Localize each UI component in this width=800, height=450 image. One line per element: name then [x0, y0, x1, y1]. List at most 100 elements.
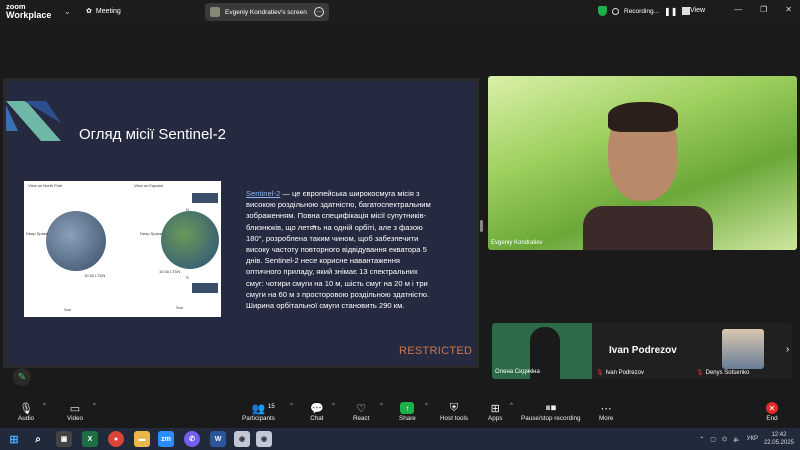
participant-1-label: Олена Сидякіна: [495, 369, 540, 375]
windows-taskbar: ⊞ ⌕ ▣ X ● ▬ zm ✆ W ◉ ◉ ⌃ ▢ ⌬ 🔈 УКР 12:42…: [0, 428, 800, 450]
host-tools-label: Host tools: [440, 415, 468, 422]
solar-panel-1: [192, 193, 218, 203]
chat-button[interactable]: 💬 Chat: [310, 401, 324, 423]
pause-stop-recording-button[interactable]: ⏸⏹ Pause/stop recording: [521, 401, 581, 423]
viber-icon[interactable]: ✆: [184, 431, 200, 447]
app-icon-2[interactable]: ◉: [256, 431, 272, 447]
caption-s: S: [186, 275, 189, 280]
react-button[interactable]: ♡ React: [353, 401, 369, 423]
participant-3-name: Denys Sotsenko: [705, 369, 750, 376]
meeting-icon: ✿: [86, 8, 92, 15]
chat-caret-icon[interactable]: ^: [332, 403, 335, 409]
annotate-pen-icon[interactable]: ✎: [13, 368, 31, 386]
microphone-icon: 🎙: [19, 402, 34, 415]
slide-body: Sentinel-2 — це європейська широкосмуга …: [246, 188, 434, 311]
restore-icon[interactable]: ❐: [760, 5, 767, 14]
speaker-body: [583, 206, 713, 250]
participant-3-label: 🎙 Denys Sotsenko: [696, 369, 750, 377]
more-options-icon[interactable]: …: [314, 7, 324, 17]
tray-app-icon[interactable]: ▢: [710, 436, 716, 443]
host-tools-button[interactable]: ⛨ Host tools: [440, 401, 468, 423]
end-button[interactable]: ✕ End: [766, 401, 778, 422]
chrome-icon[interactable]: ●: [108, 431, 124, 447]
presenter-avatar-icon: [210, 7, 220, 17]
pause-recording-icon[interactable]: ❚❚: [664, 7, 677, 16]
restricted-label: RESTRICTED: [399, 345, 473, 357]
share-label-toolbar: Share: [399, 415, 416, 422]
close-icon[interactable]: ✕: [785, 5, 792, 14]
chevron-down-icon[interactable]: ⌄: [64, 7, 71, 16]
react-caret-icon[interactable]: ^: [380, 403, 383, 409]
window-controls: — ❐ ✕: [734, 5, 792, 14]
video-caret-icon[interactable]: ^: [93, 403, 96, 409]
recording-icon: [612, 7, 619, 15]
participant-tile-1[interactable]: Олена Сидякіна: [492, 323, 592, 379]
chevron-up-icon[interactable]: ⌃: [699, 436, 704, 443]
participant-2-label: 🎙 Ivan Podrezov: [596, 369, 644, 377]
app-icon-1[interactable]: ◉: [234, 431, 250, 447]
file-explorer-icon[interactable]: ▬: [134, 431, 150, 447]
more-icon: ⋯: [600, 402, 612, 415]
minimize-icon[interactable]: —: [734, 5, 742, 14]
network-icon[interactable]: ⌬: [722, 436, 727, 443]
earth-globe-1: [46, 211, 106, 271]
audio-button[interactable]: 🎙 Audio: [18, 401, 35, 423]
word-icon[interactable]: W: [210, 431, 226, 447]
meeting-toolbar: 🎙 Audio ^ ▭ Video ^ 👥 Participants 15 ^ …: [0, 398, 800, 428]
shared-slide: Огляд місії Sentinel-2 View on North Pol…: [6, 81, 476, 365]
windows-start-icon[interactable]: ⊞: [6, 431, 22, 447]
share-screen-icon: ↑: [400, 402, 415, 414]
caption-sun-1: Sun: [64, 307, 72, 312]
chat-icon: 💬: [310, 402, 324, 415]
shield-icon: ⛨: [449, 401, 459, 414]
earth-globe-2: [161, 211, 219, 269]
screen-share-indicator[interactable]: Evgeniy Kondratiev's screen …: [205, 3, 329, 21]
clock-date: 22.05.2025: [763, 440, 794, 446]
apps-button[interactable]: ⊞ Apps: [488, 401, 502, 423]
slide-title: Огляд місії Sentinel-2: [79, 126, 226, 143]
sentinel-link[interactable]: Sentinel-2: [246, 189, 280, 198]
audio-label: Audio: [18, 415, 35, 422]
participants-icon: 👥: [251, 402, 266, 415]
speaker-video[interactable]: [488, 76, 797, 250]
clock[interactable]: 12:42 22.05.2025: [764, 431, 794, 447]
view-button[interactable]: View: [690, 7, 705, 14]
zoom-app-icon[interactable]: zm: [158, 431, 174, 447]
video-button[interactable]: ▭ Video: [67, 401, 83, 423]
caption-sun-2: Sun: [176, 305, 184, 310]
meeting-menu[interactable]: ✿ Meeting: [86, 7, 121, 16]
excel-icon[interactable]: X: [82, 431, 98, 447]
share-caret-icon[interactable]: ^: [425, 403, 428, 409]
slide-body-text: — це європейська широкосмуга місія з вис…: [246, 189, 431, 311]
caption-north-pole: View on North Pole: [28, 183, 63, 188]
participant-2-big-name: Ivan Podrezov: [609, 345, 677, 356]
volume-icon[interactable]: 🔈: [733, 436, 740, 443]
recording-status: Recording... ❚❚: [598, 6, 691, 16]
task-view-icon[interactable]: ▣: [56, 431, 72, 447]
participants-caret-icon[interactable]: ^: [290, 403, 293, 409]
zoom-app-icon-text: zm: [161, 435, 171, 443]
more-button[interactable]: ⋯ More: [599, 401, 613, 423]
end-call-icon: ✕: [766, 402, 778, 414]
chevron-right-icon[interactable]: ›: [786, 344, 789, 355]
mic-muted-icon: 🎙: [596, 370, 604, 376]
caption-deep-space-2: Deep Space: [140, 231, 163, 236]
audio-caret-icon[interactable]: ^: [43, 403, 46, 409]
pause-stop-icon: ⏸⏹: [545, 401, 557, 414]
heart-icon: ♡: [356, 402, 367, 415]
security-shield-icon[interactable]: [598, 6, 607, 16]
search-icon[interactable]: ⌕: [30, 431, 46, 447]
caption-n: N: [186, 207, 189, 212]
split-drag-handle[interactable]: [480, 220, 483, 232]
participants-count: 15: [268, 404, 275, 410]
mic-muted-icon: 🎙: [696, 370, 704, 376]
caption-ltdn-2: 10:30 LTDN: [159, 269, 181, 274]
orbit-diagram-image: View on North Pole View on Equator Deep …: [24, 181, 221, 317]
caption-equator: View on Equator: [134, 183, 164, 188]
language-indicator[interactable]: УКР: [747, 436, 758, 442]
apps-caret-icon[interactable]: ^: [510, 403, 513, 409]
share-button[interactable]: ↑ Share: [399, 401, 416, 422]
slide-decoration: [6, 101, 61, 141]
participant-3-video: [722, 329, 764, 369]
participant-tile-2[interactable]: Ivan Podrezov 🎙 Ivan Podrezov 🎙 Denys So…: [592, 323, 792, 379]
